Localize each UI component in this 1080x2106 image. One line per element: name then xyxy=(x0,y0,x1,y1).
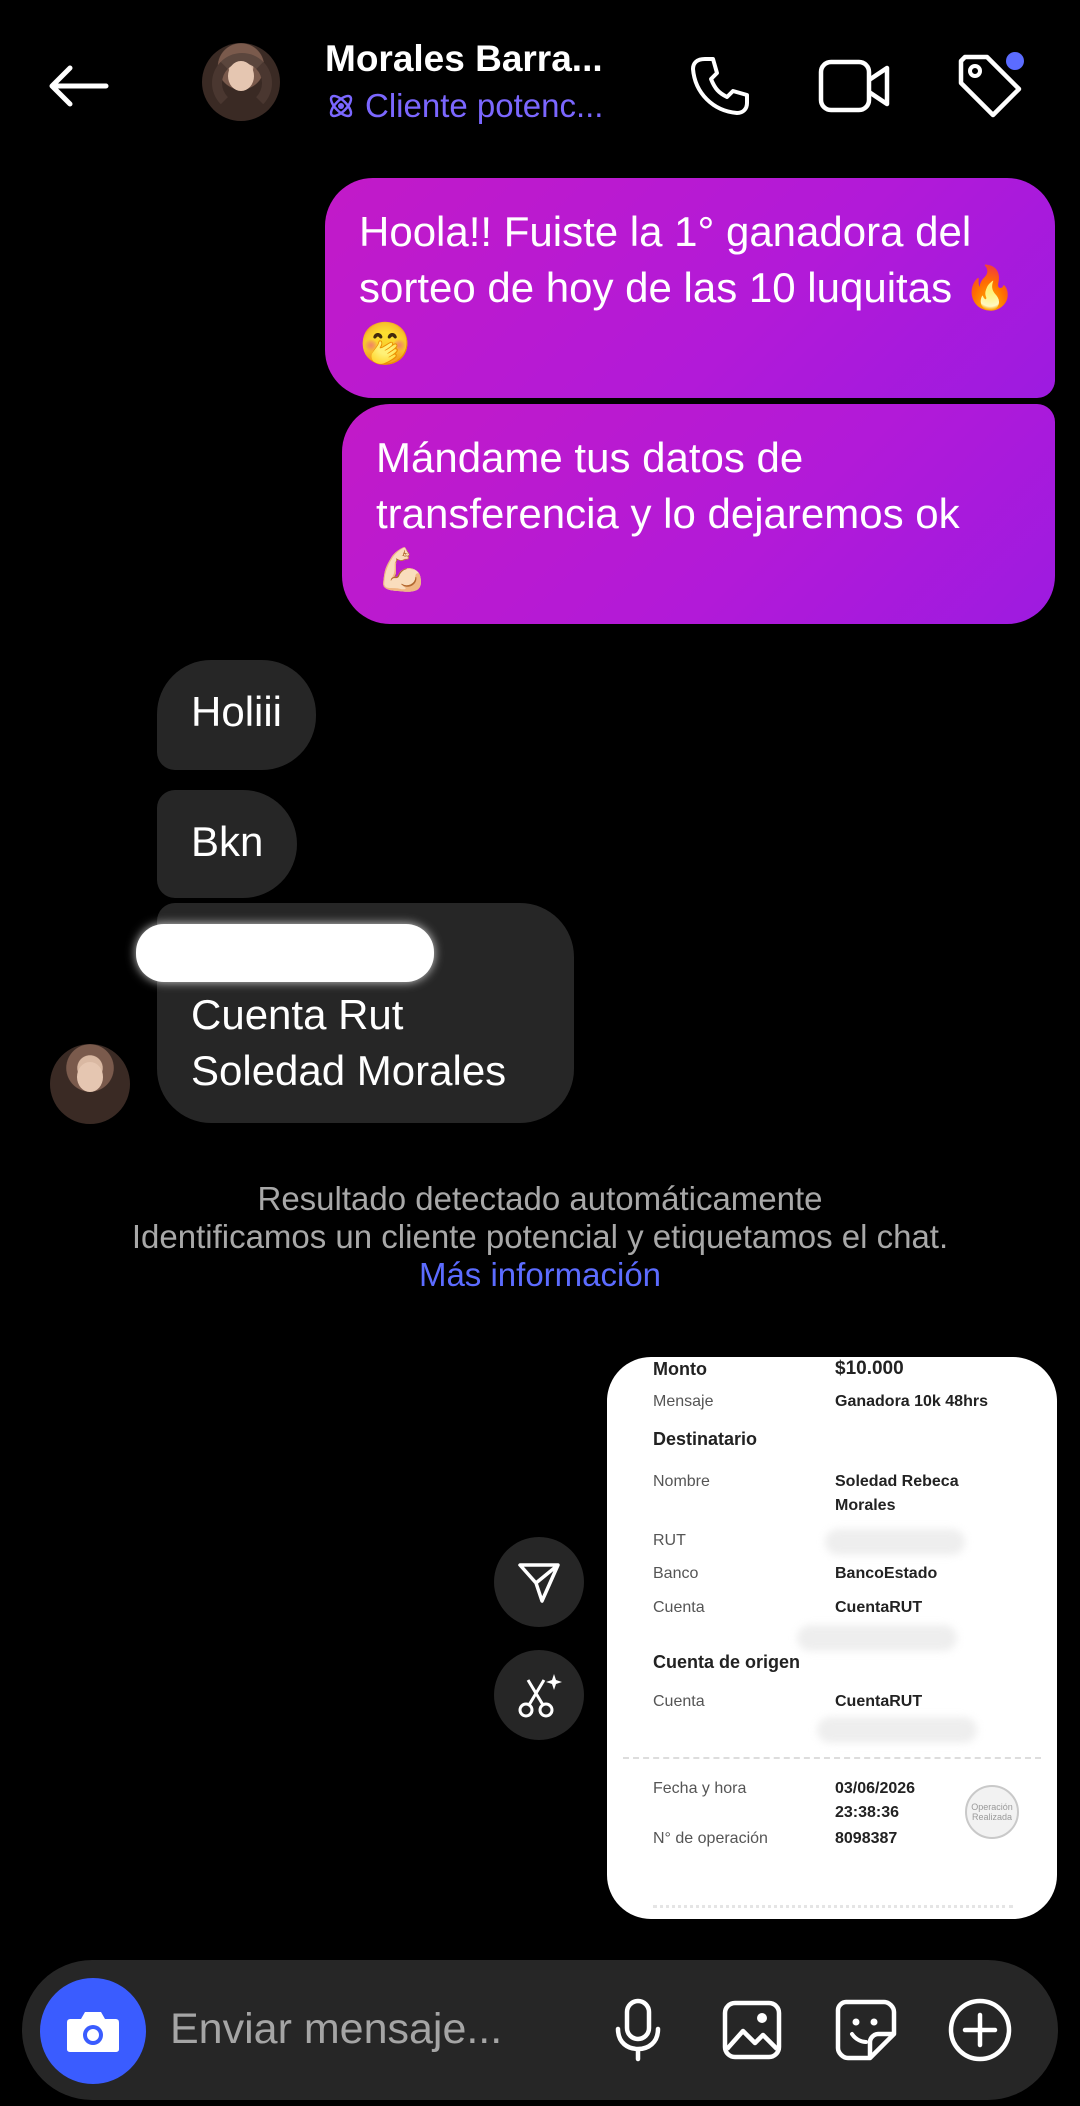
contact-avatar[interactable] xyxy=(202,43,280,121)
plus-circle-icon xyxy=(948,1998,1012,2062)
receipt-value-line: Soledad Rebeca xyxy=(835,1473,959,1490)
camera-button[interactable] xyxy=(40,1978,146,2084)
call-button[interactable] xyxy=(680,46,760,126)
receipt-value: $10.000 xyxy=(835,1358,904,1379)
sparkle-scissors-icon xyxy=(518,1674,562,1718)
receipt-value-line: 23:38:36 xyxy=(835,1804,900,1821)
receipt-value-line: 03/06/2026 xyxy=(835,1780,916,1797)
contact-label[interactable]: Cliente potenc... xyxy=(325,87,625,125)
receipt-value: Ganadora 10k 48hrs xyxy=(835,1393,988,1410)
share-button[interactable] xyxy=(494,1537,584,1627)
gallery-button[interactable] xyxy=(710,1988,794,2072)
redacted-value xyxy=(825,1529,965,1555)
receipt-label: N° de operación xyxy=(653,1830,768,1847)
receipt-label: Monto xyxy=(653,1359,707,1379)
video-camera-icon xyxy=(818,59,890,113)
message-line: Cuenta Rut xyxy=(191,991,404,1038)
contact-label-text: Cliente potenc... xyxy=(365,87,604,124)
system-note-body: Identificamos un cliente potencial y eti… xyxy=(131,1218,949,1255)
incoming-message[interactable]: Bkn xyxy=(157,790,298,898)
labels-button[interactable] xyxy=(950,46,1030,126)
redacted-text xyxy=(136,924,434,982)
chat-header: Morales Barra... Cliente potenc... xyxy=(0,0,1080,170)
receipt-label: Nombre xyxy=(653,1473,710,1490)
outgoing-message[interactable]: Hoola!! Fuiste la 1° ganadora del sorteo… xyxy=(325,178,1055,398)
sticker-icon xyxy=(835,1999,897,2061)
image-icon xyxy=(722,2000,782,2060)
receipt-divider xyxy=(623,1757,1041,1759)
receipt-label: Fecha y hora xyxy=(653,1780,747,1797)
redacted-value xyxy=(817,1717,977,1743)
receipt-value: Soledad Rebeca Morales xyxy=(835,1470,1015,1518)
receipt-label: RUT xyxy=(653,1532,686,1549)
contact-name[interactable]: Morales Barra... xyxy=(325,38,625,80)
incoming-message[interactable]: Holiii xyxy=(157,660,317,770)
receipt-value: BancoEstado xyxy=(835,1565,938,1582)
receipt-label: Banco xyxy=(653,1565,699,1582)
ai-edit-button[interactable] xyxy=(494,1650,584,1740)
redacted-value xyxy=(797,1625,957,1651)
sticker-button[interactable] xyxy=(824,1988,908,2072)
atom-icon xyxy=(329,94,353,118)
system-note-title: Resultado detectado automáticamente xyxy=(257,1180,823,1217)
receipt-value: CuentaRUT xyxy=(835,1599,923,1616)
receipt-value-line: Morales xyxy=(835,1497,896,1514)
receipt-value: CuentaRUT xyxy=(835,1693,923,1710)
microphone-icon xyxy=(615,1998,661,2062)
receipt-label: Cuenta xyxy=(653,1693,705,1710)
outgoing-message[interactable]: Mándame tus datos de transferencia y lo … xyxy=(342,404,1055,624)
message-composer xyxy=(22,1960,1058,2100)
receipt-label: Cuenta xyxy=(653,1599,705,1616)
sender-avatar[interactable] xyxy=(50,1044,130,1124)
more-info-link[interactable]: Más información xyxy=(40,1256,1040,1294)
message-input[interactable] xyxy=(170,1994,570,2064)
receipt-label: Mensaje xyxy=(653,1393,714,1410)
phone-icon xyxy=(691,57,749,115)
system-note: Resultado detectado automáticamente Iden… xyxy=(40,1180,1040,1294)
video-call-button[interactable] xyxy=(814,46,894,126)
send-icon xyxy=(518,1563,560,1603)
receipt-image[interactable]: Monto $10.000 Mensaje Ganadora 10k 48hrs… xyxy=(607,1357,1057,1919)
operation-stamp: Operación Realizada xyxy=(965,1785,1019,1839)
receipt-edge xyxy=(653,1905,1013,1908)
voice-message-button[interactable] xyxy=(596,1988,680,2072)
back-button[interactable] xyxy=(40,48,116,124)
chat-screen: Morales Barra... Cliente potenc... Hoola… xyxy=(0,0,1080,2106)
notification-dot xyxy=(1006,52,1024,70)
receipt-section-title: Cuenta de origen xyxy=(653,1652,801,1672)
back-arrow-icon xyxy=(49,65,109,107)
receipt-section-title: Destinatario xyxy=(653,1429,758,1449)
more-options-button[interactable] xyxy=(938,1988,1022,2072)
camera-icon xyxy=(67,2012,119,2052)
message-line: Soledad Morales xyxy=(191,1047,507,1094)
